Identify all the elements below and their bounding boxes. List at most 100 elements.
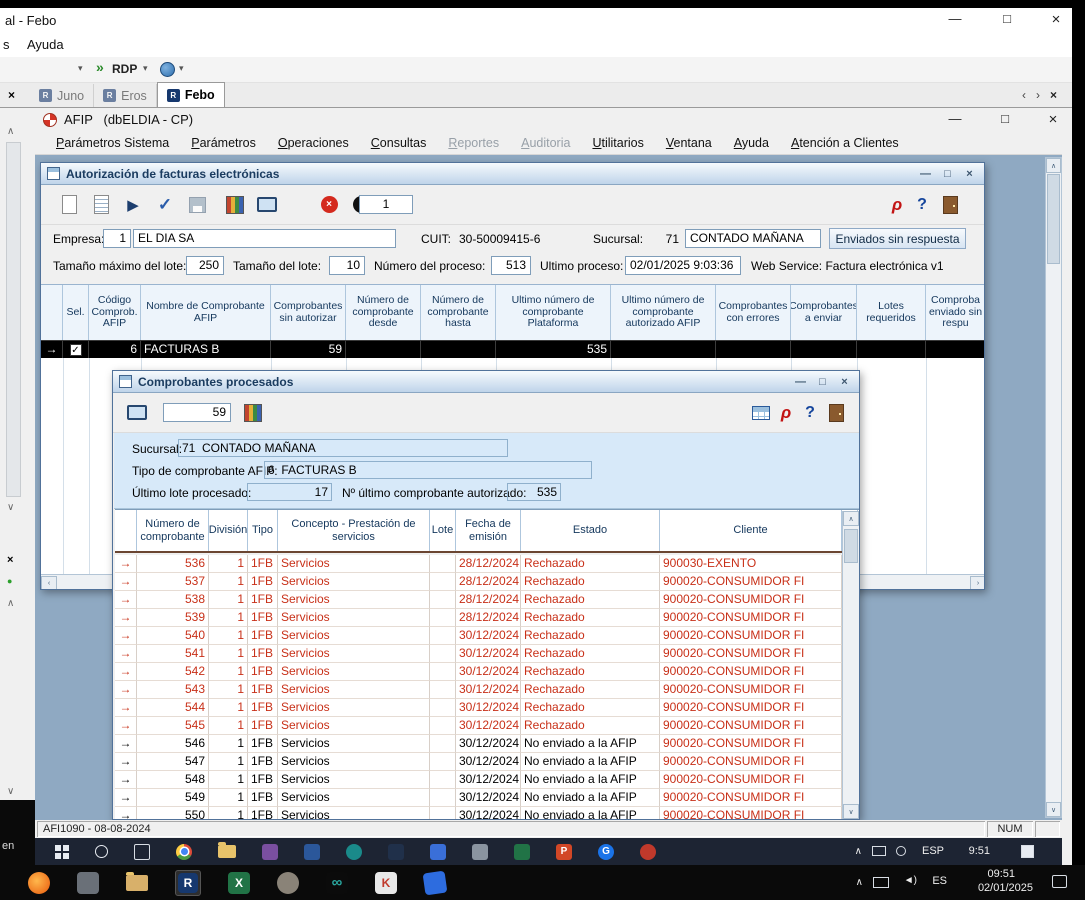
comprobante-cell[interactable]: Servicios [278,555,430,573]
comprobante-cell[interactable]: Rechazado [521,645,660,663]
menu-auditoria[interactable]: Auditoria [510,133,581,153]
auth-grid-cell[interactable]: → [41,341,63,358]
comprobante-cell[interactable]: 28/12/2024 [456,591,521,609]
comprobante-cell[interactable]: 1 [209,573,248,591]
comprobante-cell[interactable]: 1 [209,717,248,735]
comprobante-cell[interactable]: → [115,591,137,609]
comprobante-cell[interactable]: 550 [137,807,209,819]
local-minimize-button[interactable]: — [935,11,975,26]
comprobante-cell[interactable]: 1FB [248,591,278,609]
comprobante-cell[interactable] [430,573,456,591]
taskbar-app-icon[interactable] [430,844,446,860]
globe-icon[interactable] [160,62,175,77]
comprobante-cell[interactable]: 545 [137,717,209,735]
comprobante-cell[interactable]: 30/12/2024 [456,807,521,819]
comprobante-cell[interactable]: Rechazado [521,717,660,735]
tab-scroll-right-icon[interactable]: › [1036,88,1040,102]
comprobante-cell[interactable]: Servicios [278,681,430,699]
comprobante-cell[interactable]: 900030-EXENTO [660,555,842,573]
export-screen-icon[interactable] [125,401,149,425]
video-editor-icon[interactable]: K [375,872,397,894]
display-tray-icon[interactable] [873,877,889,888]
comprobante-cell[interactable]: No enviado a la AFIP [521,807,660,819]
comprobante-cell[interactable]: 1 [209,627,248,645]
enviados-sin-respuesta-button[interactable]: Enviados sin respuesta [829,228,966,249]
comprobante-cell[interactable]: → [115,753,137,771]
new-document-icon[interactable] [57,193,81,217]
taskbar-app-icon[interactable] [262,844,278,860]
menu-atenci-n-a-clientes[interactable]: Atención a Clientes [780,133,910,153]
comprobante-cell[interactable]: 900020-CONSUMIDOR FI [660,663,842,681]
comprobante-cell[interactable]: 1 [209,753,248,771]
afip-close-button[interactable]: × [1033,111,1062,128]
rdp-label[interactable]: RDP [112,62,137,76]
menu-reportes[interactable]: Reportes [437,133,510,153]
comprobante-cell[interactable]: Rechazado [521,699,660,717]
comprobante-cell[interactable]: Rechazado [521,681,660,699]
comprobante-cell[interactable]: 30/12/2024 [456,645,521,663]
comprobante-cell[interactable]: 1FB [248,771,278,789]
menu-operaciones[interactable]: Operaciones [267,133,360,153]
comprobante-cell[interactable]: Servicios [278,735,430,753]
auth-grid-cell[interactable]: ✓ [63,341,89,358]
comprobante-cell[interactable]: 1 [209,789,248,807]
scroll-right-icon[interactable]: › [970,576,985,591]
comprobante-cell[interactable]: 900020-CONSUMIDOR FI [660,591,842,609]
comprobante-cell[interactable]: 1FB [248,807,278,819]
help-icon[interactable]: ? [798,401,822,425]
taskbar-app-icon[interactable] [304,844,320,860]
tray-expand-icon[interactable]: ∧ [855,846,862,857]
comprobante-cell[interactable]: 28/12/2024 [456,609,521,627]
spreadsheet-app-icon[interactable]: X [228,872,250,894]
scroll-left-icon[interactable]: ‹ [41,576,57,591]
report-columns-icon[interactable] [223,193,247,217]
comprobante-cell[interactable]: 1FB [248,789,278,807]
menu-consultas[interactable]: Consultas [360,133,438,153]
auth-grid-cell[interactable]: FACTURAS B [141,341,271,358]
comprobante-cell[interactable]: No enviado a la AFIP [521,753,660,771]
comprobante-cell[interactable]: 540 [137,627,209,645]
comprobante-row[interactable]: →55011FBServicios30/12/2024No enviado a … [115,807,859,819]
comprobante-cell[interactable]: Servicios [278,699,430,717]
comprobante-cell[interactable]: 30/12/2024 [456,663,521,681]
comprobante-cell[interactable]: 900020-CONSUMIDOR FI [660,609,842,627]
comprobante-cell[interactable]: 30/12/2024 [456,681,521,699]
globe-caret-icon[interactable]: ▾ [179,63,184,74]
comprobante-cell[interactable]: 28/12/2024 [456,555,521,573]
comprobante-row[interactable]: →53811FBServicios28/12/2024Rechazado9000… [115,591,859,609]
tab-juno[interactable]: R Juno [30,84,94,107]
comprobante-cell[interactable]: 1FB [248,573,278,591]
comprobante-cell[interactable] [430,645,456,663]
comprobante-cell[interactable]: 546 [137,735,209,753]
comprobante-cell[interactable]: 900020-CONSUMIDOR FI [660,807,842,819]
scroll-up-icon[interactable]: ∧ [7,126,14,137]
comprobante-row[interactable]: →54511FBServicios30/12/2024Rechazado9000… [115,717,859,735]
comprobante-cell[interactable]: 30/12/2024 [456,699,521,717]
comprobante-cell[interactable]: 547 [137,753,209,771]
comprobante-cell[interactable]: 30/12/2024 [456,627,521,645]
cancel-icon[interactable]: × [317,193,341,217]
comprobante-cell[interactable]: 543 [137,681,209,699]
sucursal-name-field[interactable]: CONTADO MAÑANA [685,229,821,248]
menu-ventana[interactable]: Ventana [655,133,723,153]
window-minimize-icon[interactable]: — [917,168,934,180]
pen-app-icon[interactable] [423,870,448,895]
comprobante-cell[interactable]: Servicios [278,591,430,609]
count-field[interactable]: 59 [163,403,231,422]
search-icon[interactable] [95,845,108,858]
window-close-icon[interactable]: × [961,168,978,180]
scroll-down-icon[interactable]: ∨ [843,804,859,819]
auth-grid-cell[interactable] [346,341,421,358]
run-process-icon[interactable]: ▶ [121,193,145,217]
comprobante-cell[interactable] [430,627,456,645]
comprobante-cell[interactable]: → [115,609,137,627]
comprobante-cell[interactable]: 542 [137,663,209,681]
comprobante-cell[interactable]: Rechazado [521,591,660,609]
comprobante-row[interactable]: →53611FBServicios28/12/2024Rechazado9000… [115,555,859,573]
confirm-icon[interactable]: ✓ [153,193,177,217]
taskbar-app-icon[interactable] [514,844,530,860]
comprobante-cell[interactable]: 30/12/2024 [456,753,521,771]
comprobante-cell[interactable]: → [115,663,137,681]
pareto-icon[interactable]: ρ [885,193,909,217]
local-close-button[interactable]: × [1036,11,1076,28]
